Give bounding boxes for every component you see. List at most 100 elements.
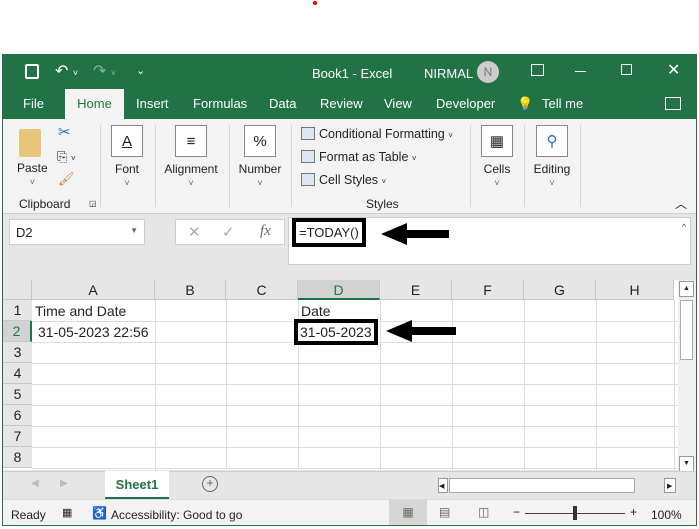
expand-formula-icon[interactable]: ^ [682, 222, 686, 232]
close-icon[interactable]: ✕ [667, 60, 680, 80]
group-clipboard: Clipboard [19, 197, 71, 211]
font-label: Font [114, 162, 139, 176]
editing-button[interactable]: ⚲ Editing ˅ [529, 125, 575, 188]
conditional-formatting-button[interactable]: Conditional Formatting ˅ [301, 127, 453, 141]
row-header-7[interactable]: 7 [3, 426, 32, 447]
column-header-a[interactable]: A [32, 280, 155, 300]
formula-value: =TODAY() [292, 218, 366, 247]
page-break-icon[interactable]: ◫ [478, 505, 489, 519]
zoom-level[interactable]: 100% [651, 508, 682, 522]
save-icon[interactable] [25, 64, 39, 79]
row-header-3[interactable]: 3 [3, 342, 32, 363]
tab-file[interactable]: File [23, 96, 44, 111]
tab-developer[interactable]: Developer [436, 96, 495, 111]
add-sheet-button[interactable]: + [202, 476, 218, 492]
ribbon-display-icon[interactable] [531, 64, 544, 76]
cell-styles-button[interactable]: Cell Styles ˅ [301, 173, 386, 187]
format-as-table-button[interactable]: Format as Table ˅ [301, 150, 417, 164]
tab-data[interactable]: Data [269, 96, 296, 111]
align-icon: ≡ [175, 125, 207, 157]
column-header-e[interactable]: E [380, 280, 452, 300]
row-header-2[interactable]: 2 [3, 321, 32, 342]
font-button[interactable]: A Font ˅ [107, 125, 147, 188]
scroll-down-icon[interactable]: ▼ [679, 456, 694, 472]
number-button[interactable]: % Number ˅ [235, 125, 285, 188]
spreadsheet-grid[interactable]: A B C D E F G H 1 2 3 4 5 6 7 8 Time and… [3, 280, 678, 470]
column-header-b[interactable]: B [155, 280, 226, 300]
prev-sheet-icon[interactable]: ◀ [31, 478, 39, 489]
tab-insert[interactable]: Insert [136, 96, 169, 111]
cells-button[interactable]: ▦ Cells ˅ [477, 125, 517, 188]
tab-home[interactable]: Home [65, 89, 124, 119]
accessibility-icon[interactable]: ♿ [92, 506, 107, 520]
vertical-scrollbar[interactable]: ▲ ▼ [678, 280, 696, 474]
cell-styles-label: Cell Styles [319, 173, 379, 187]
page-layout-icon[interactable]: ▤ [439, 505, 450, 519]
search-icon: ⚲ [536, 125, 568, 157]
next-sheet-icon[interactable]: ▶ [60, 478, 68, 489]
user-name[interactable]: NIRMAL [424, 66, 473, 81]
title-bar: ↶ ˅ ↷ ˅ ⌄ Book1 - Excel NIRMAL N ✕ [3, 55, 696, 89]
editing-label: Editing [533, 162, 571, 176]
macro-icon[interactable]: ▦ [62, 506, 72, 519]
avatar[interactable]: N [477, 61, 499, 83]
column-header-d[interactable]: D [298, 280, 380, 300]
tab-formulas[interactable]: Formulas [193, 96, 247, 111]
excel-window: ↶ ˅ ↷ ˅ ⌄ Book1 - Excel NIRMAL N ✕ File … [2, 54, 697, 526]
paste-button[interactable]: Paste ˅ [17, 161, 48, 187]
tab-view[interactable]: View [384, 96, 412, 111]
cell-d2[interactable]: 31-05-2023 [294, 319, 378, 345]
formula-area: D2 ▼ ✕ ✓ fx =TODAY() ^ [3, 215, 696, 273]
row-header-4[interactable]: 4 [3, 363, 32, 384]
column-header-g[interactable]: G [524, 280, 596, 300]
collapse-ribbon-icon[interactable]: ︿ [675, 195, 687, 212]
dialog-launcher-icon[interactable]: ◲ [89, 199, 97, 208]
red-dot [313, 1, 317, 5]
cell-a1[interactable]: Time and Date [35, 303, 126, 319]
font-icon-letter: A [121, 132, 132, 150]
comments-icon[interactable] [665, 97, 681, 110]
lightbulb-icon: 💡 [517, 96, 534, 111]
cell-a2[interactable]: 31-05-2023 22:56 [38, 324, 149, 340]
row-header-1[interactable]: 1 [3, 300, 32, 321]
cut-icon[interactable]: ✂ [58, 123, 71, 141]
row-header-5[interactable]: 5 [3, 384, 32, 405]
tell-me[interactable]: Tell me [542, 96, 583, 111]
row-header-6[interactable]: 6 [3, 405, 32, 426]
accessibility-status[interactable]: Accessibility: Good to go [111, 508, 242, 522]
format-painter-icon[interactable]: 🖌 [58, 171, 75, 187]
row-header-8[interactable]: 8 [3, 447, 32, 468]
paste-label: Paste [17, 161, 48, 175]
zoom-in-icon[interactable]: + [630, 505, 637, 519]
scroll-left-icon[interactable]: ◀ [438, 478, 448, 493]
alignment-label: Alignment [164, 162, 218, 176]
scroll-up-icon[interactable]: ▲ [679, 281, 694, 297]
scroll-right-icon[interactable]: ▶ [664, 478, 676, 493]
tab-review[interactable]: Review [320, 96, 363, 111]
cell-d1[interactable]: Date [301, 303, 331, 319]
insert-function-icon[interactable]: fx [260, 223, 271, 240]
enter-icon[interactable]: ✓ [222, 223, 235, 241]
name-box[interactable]: D2 ▼ [9, 219, 145, 245]
formula-bar[interactable]: =TODAY() ^ [288, 217, 691, 265]
zoom-thumb[interactable] [573, 506, 577, 520]
column-header-h[interactable]: H [596, 280, 674, 300]
normal-view-icon[interactable]: ▦ [389, 500, 427, 525]
window-title: Book1 - Excel [312, 66, 392, 81]
column-header-c[interactable]: C [226, 280, 298, 300]
maximize-icon[interactable] [621, 64, 632, 75]
alignment-button[interactable]: ≡ Alignment ˅ [161, 125, 221, 188]
copy-icon[interactable]: ⎘ ˅ [57, 149, 76, 165]
customize-qat-icon[interactable]: ⌄ [136, 64, 145, 77]
scroll-thumb[interactable] [680, 300, 693, 360]
undo-icon[interactable]: ↶ ˅ [55, 61, 78, 81]
tab-sheet1[interactable]: Sheet1 [105, 471, 169, 499]
horizontal-scrollbar[interactable] [449, 478, 635, 493]
formula-buttons: ✕ ✓ fx [175, 219, 285, 245]
number-label: Number [238, 162, 282, 176]
cancel-icon[interactable]: ✕ [188, 223, 201, 241]
zoom-out-icon[interactable]: − [513, 505, 520, 519]
minimize-icon[interactable] [575, 71, 586, 72]
select-all[interactable] [3, 280, 32, 300]
column-header-f[interactable]: F [452, 280, 524, 300]
